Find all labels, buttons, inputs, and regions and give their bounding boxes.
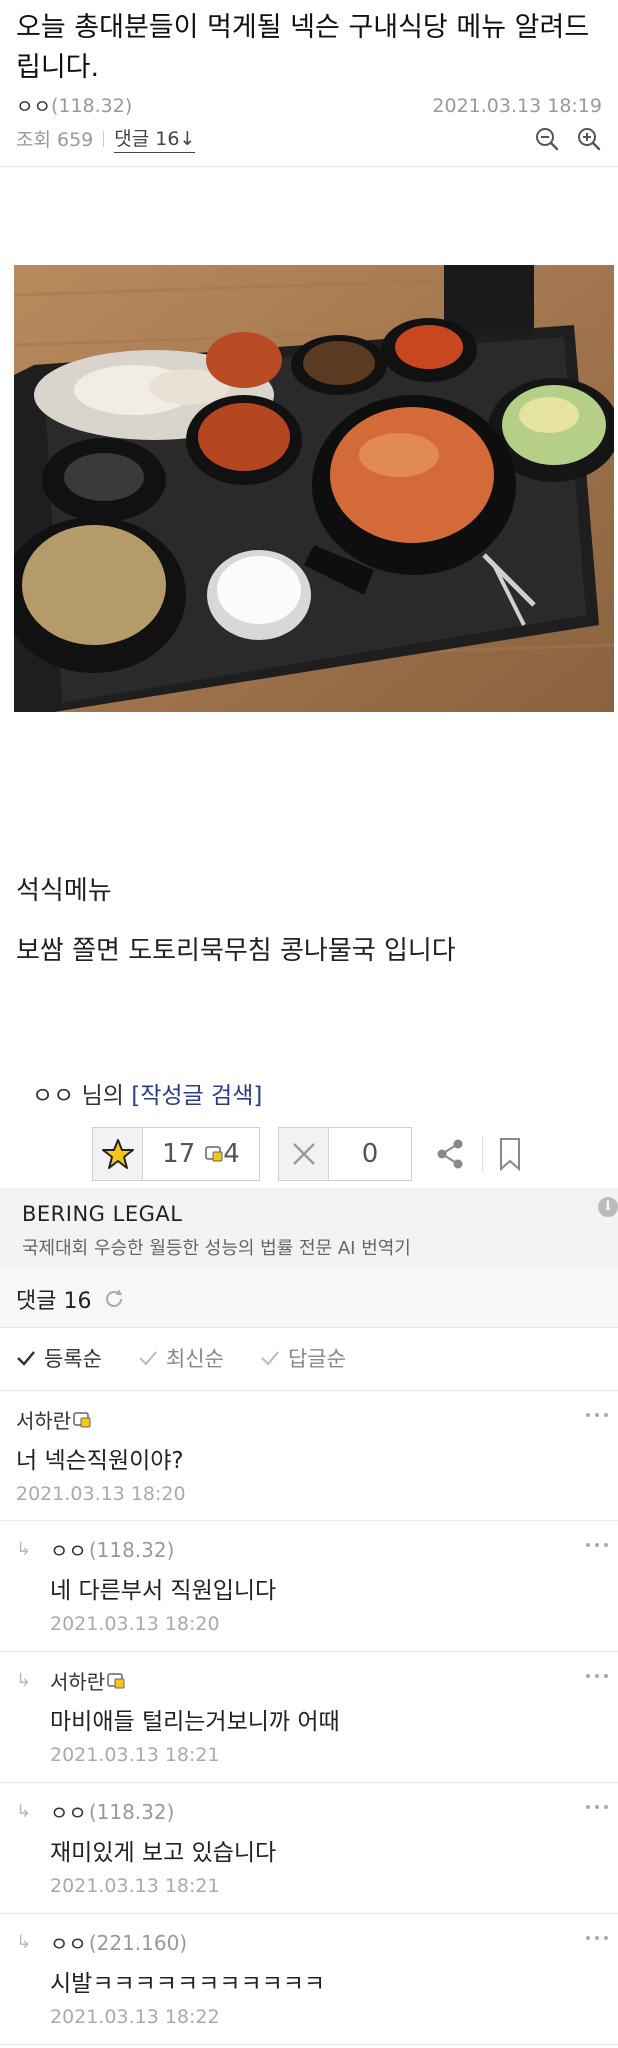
comment-reply-item: ↳ ㅇㅇ (118.32) 재미있게 보고 있습니다 2021.03.13 18:… [0,1783,618,1914]
check-icon [139,1351,157,1366]
post-stats-row: 조회 659 댓글 16↓ [16,124,602,153]
post-body-line-1: 석식메뉴 [16,876,112,906]
more-options-icon[interactable] [586,1936,608,1940]
view-count: 조회 659 [16,129,94,151]
reply-arrow-icon: ↳ [16,1539,32,1560]
bookmark-icon[interactable] [496,1136,524,1176]
downvote-box[interactable]: 0 [278,1127,412,1181]
comment-text: 재미있게 보고 있습니다 [50,1840,277,1866]
author-search-link[interactable]: [작성글 검색] [131,1083,262,1109]
ad-title[interactable]: BERING LEGAL [22,1202,182,1226]
share-icon[interactable] [432,1136,468,1176]
zoom-out-icon[interactable] [534,126,560,152]
author-name[interactable]: ㅇㅇ [16,92,51,119]
comment-text: 마비애들 털리는거보니까 어때 [50,1709,340,1735]
comment-nickname[interactable]: ㅇㅇ [50,1797,87,1826]
post-title: 오늘 총대분들이 먹게될 넥슨 구내식당 메뉴 알려드립니다. [16,12,590,83]
fixed-upvote-count: 4 [223,1139,240,1169]
more-options-icon[interactable] [586,1674,608,1678]
reply-arrow-icon: ↳ [16,1670,32,1691]
downvote-x-icon[interactable] [279,1128,329,1180]
post-author[interactable]: ㅇㅇ (118.32) [16,92,132,119]
more-options-icon[interactable] [586,1805,608,1809]
comment-date: 2021.03.13 18:21 [50,1744,220,1766]
comment-nick[interactable]: ㅇㅇ (221.160) [50,1928,187,1957]
more-options-icon[interactable] [586,1413,608,1417]
author-search: ㅇㅇ 님의 [작성글 검색] [32,1076,262,1110]
comment-nick[interactable]: 서하란 [50,1666,125,1695]
comment-count: 댓글 16 [16,1283,126,1317]
ad-banner[interactable]: BERING LEGAL 국제대회 우승한 월등한 성능의 법률 전문 AI 번… [0,1188,618,1266]
comment-nick[interactable]: ㅇㅇ (118.32) [50,1535,174,1564]
comment-reply-item: ↳ ㅇㅇ (221.160) 시발ㅋㅋㅋㅋㅋㅋㅋㅋㅋㅋㅋ 2021.03.13 1… [0,1914,618,2045]
check-icon [261,1351,279,1366]
post-meta-row: ㅇㅇ (118.32) 2021.03.13 18:19 [16,92,602,119]
refresh-icon[interactable] [102,1287,126,1317]
comment-ip: (118.32) [88,1537,175,1562]
more-options-icon[interactable] [586,1543,608,1547]
comment-item: 서하란 너 넥슨직원이야? 2021.03.13 18:20 [0,1391,618,1521]
comment-date: 2021.03.13 18:20 [50,1613,220,1635]
downvote-count: 0 [361,1139,379,1169]
ad-description: 국제대회 우승한 월등한 성능의 법률 전문 AI 번역기 [22,1238,411,1259]
zoom-in-icon[interactable] [576,126,602,152]
author-ip: (118.32) [50,94,133,117]
sort-option-replies[interactable]: 답글순 [260,1343,346,1373]
comment-nickname[interactable]: ㅇㅇ [50,1535,87,1564]
comment-date: 2021.03.13 18:20 [16,1483,186,1505]
reply-arrow-icon: ↳ [16,1932,32,1953]
comment-nickname[interactable]: 서하란 [50,1666,105,1695]
sort-option-label: 최신순 [165,1347,224,1371]
comment-ip: (118.32) [88,1799,175,1824]
fixed-nick-icon [73,1411,91,1427]
sort-option-label: 답글순 [287,1347,346,1371]
comment-nickname[interactable]: ㅇㅇ [50,1928,87,1957]
comment-text: 시발ㅋㅋㅋㅋㅋㅋㅋㅋㅋㅋㅋ [50,1971,326,1997]
comment-sort-options: 등록순 최신순 답글순 [16,1343,346,1373]
header-divider [0,166,618,167]
comment-text: 너 넥슨직원이야? [16,1448,184,1474]
author-search-prefix: ㅇㅇ 님의 [32,1083,132,1109]
sort-option-registered[interactable]: 등록순 [16,1343,102,1373]
post-datetime: 2021.03.13 18:19 [432,94,602,117]
ad-info-icon[interactable]: i [598,1197,618,1217]
upvote-count: 17 [162,1139,196,1169]
comment-ip: (221.160) [88,1930,188,1955]
fixed-nick-icon [205,1146,223,1162]
reply-arrow-icon: ↳ [16,1801,32,1822]
post-body-line-2: 보쌈 쫄면 도토리묵무침 콩나물국 입니다 [16,936,456,966]
comment-reply-item: ↳ 서하란 마비애들 털리는거보니까 어때 2021.03.13 18:21 [0,1652,618,1783]
comment-date: 2021.03.13 18:21 [50,1875,220,1897]
comment-count-label: 댓글 16 [16,1289,92,1314]
comment-date: 2021.03.13 18:22 [50,2006,220,2028]
comment-text: 네 다른부서 직원입니다 [50,1578,277,1604]
upvote-box[interactable]: 17 4 [92,1127,260,1181]
divider-bar [103,130,105,147]
comment-nickname[interactable]: 서하란 [16,1405,71,1434]
comment-count-bar: 댓글 16 [0,1266,618,1328]
sort-option-label: 등록순 [44,1347,102,1371]
fixed-nick-icon [107,1672,125,1688]
star-icon[interactable] [93,1128,143,1180]
sort-option-latest[interactable]: 최신순 [138,1343,224,1373]
comment-reply-item: ↳ ㅇㅇ (118.32) 네 다른부서 직원입니다 2021.03.13 18:… [0,1521,618,1652]
action-separator [482,1136,483,1172]
post-photo-cafeteria-tray [14,265,614,712]
comment-nick[interactable]: 서하란 [16,1405,91,1434]
comment-nick[interactable]: ㅇㅇ (118.32) [50,1797,174,1826]
check-icon [17,1351,35,1366]
replies-link[interactable]: 댓글 16↓ [114,124,196,153]
